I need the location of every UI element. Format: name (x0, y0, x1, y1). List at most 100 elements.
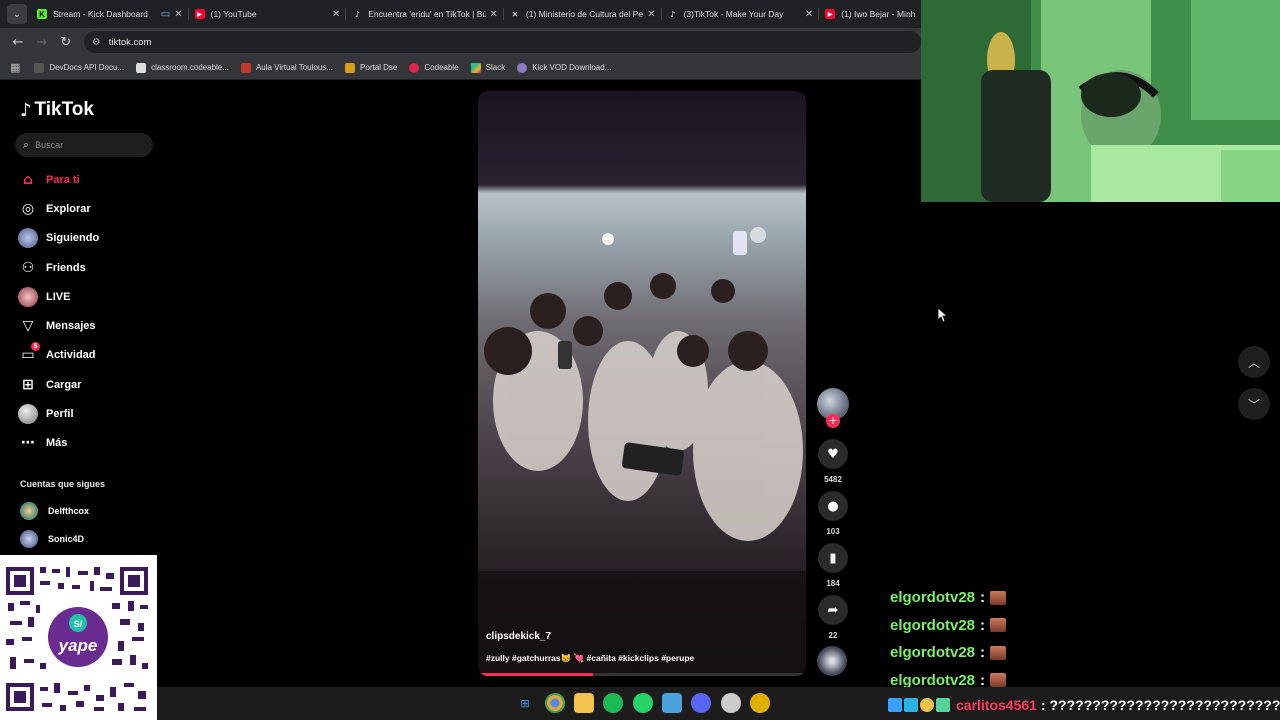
upload-icon: ⊞ (22, 377, 34, 393)
tiktok-logo[interactable]: ♪ TikTok (20, 99, 94, 121)
chrome-icon[interactable] (545, 693, 565, 713)
nav-live[interactable]: LIVE (18, 286, 70, 308)
badge-icon (888, 698, 902, 712)
bookmark-icon (517, 62, 528, 73)
bookmark-icon[interactable]: ▮ (818, 543, 848, 573)
stream-chat-overlay: elgordotv28 : elgordotv28 : elgordotv28 … (890, 584, 1007, 694)
nav-para-ti[interactable]: ⌂ Para ti (18, 169, 80, 191)
video-progress-bar[interactable] (478, 673, 806, 676)
webcam-overlay (921, 0, 1280, 202)
bookmark[interactable]: Slack (470, 62, 505, 73)
forward-icon[interactable]: → (30, 35, 54, 50)
svg-text:S/: S/ (74, 619, 83, 629)
following-section-title: Cuentas que sigues (20, 479, 106, 489)
nav-mensajes[interactable]: ▽ Mensajes (18, 315, 96, 337)
browser-tab-bar: ⌄ K Stream - Kick Dashboard ▭ ✕ ▶ (1) Yo… (0, 0, 921, 28)
nav-siguiendo[interactable]: Siguiendo (18, 227, 99, 249)
mute-icon[interactable]: ▭ (161, 9, 170, 20)
messages-icon: ▽ (22, 318, 34, 334)
comment-icon[interactable]: ● (818, 491, 848, 521)
nav-explorar[interactable]: ◎ Explorar (18, 198, 91, 220)
like-icon[interactable]: ♥ (818, 439, 848, 469)
chat-emote-icon (990, 673, 1007, 688)
save-count: 184 (826, 579, 840, 588)
browser-tab[interactable]: ▶ (1) YouTube ✕ (189, 0, 347, 28)
next-video-button[interactable]: ﹀ (1238, 388, 1270, 420)
discord-icon[interactable] (691, 693, 711, 713)
search-box[interactable]: ⌕ (15, 133, 153, 157)
bookmark[interactable]: Aula Virtual Toulous... (240, 62, 333, 73)
x-icon: ✕ (511, 9, 519, 19)
nav-actividad[interactable]: ▭ 5 Actividad (18, 342, 96, 366)
bookmark[interactable]: DevDocs API Docu... (34, 62, 124, 73)
share-icon[interactable]: ➦ (818, 595, 848, 625)
browser-tab[interactable]: ✕ (1) Ministerio de Cultura del Pe ✕ (504, 0, 662, 28)
nav-mas[interactable]: ⋯ Más (18, 432, 67, 454)
mouse-cursor-icon (938, 308, 948, 322)
comment-count: 103 (826, 527, 840, 536)
obs-icon[interactable] (721, 693, 741, 713)
kick-icon: K (36, 9, 47, 19)
bookmark[interactable]: Kick VOD Download... (517, 62, 611, 73)
bookmark-icon (136, 62, 147, 73)
tiktok-icon: ♪ (354, 9, 360, 19)
reload-icon[interactable]: ↻ (54, 35, 78, 50)
following-avatar-icon (18, 228, 38, 248)
tiktok-sidebar: ♪ TikTok ⌕ ⌂ Para ti ◎ Explorar Siguiend… (0, 81, 170, 555)
close-tab-icon[interactable]: ✕ (174, 9, 182, 20)
windows-start-icon[interactable]: ⊞ (515, 693, 535, 713)
webcam-image (921, 0, 1280, 202)
back-icon[interactable]: ← (6, 35, 30, 50)
close-tab-icon[interactable]: ✕ (332, 9, 340, 20)
avatar (20, 502, 38, 520)
badge-icon (920, 698, 934, 712)
file-explorer-icon[interactable] (574, 693, 594, 713)
svg-text:yape: yape (58, 636, 98, 655)
nav-cargar[interactable]: ⊞ Cargar (18, 374, 81, 396)
nav-friends[interactable]: ⚇ Friends (18, 257, 86, 279)
app-icon[interactable] (750, 693, 770, 713)
browser-tab-active[interactable]: ♪ (3)TikTok - Make Your Day ✕ (662, 0, 820, 28)
following-account[interactable]: Delfthcox (20, 502, 89, 520)
close-tab-icon[interactable]: ✕ (805, 9, 813, 20)
chevron-down-icon: ﹀ (1247, 397, 1260, 412)
video-author[interactable]: clipsdekick_7 (486, 631, 551, 642)
more-icon: ⋯ (21, 435, 35, 451)
browser-tab[interactable]: ♪ Encuentra 'eridu' en TikTok | Bú ✕ (346, 0, 504, 28)
tab-search-icon[interactable]: ⌄ (7, 4, 27, 24)
chevron-up-icon: ︿ (1247, 355, 1260, 370)
avatar (20, 530, 38, 548)
previous-video-button[interactable]: ︿ (1238, 346, 1270, 378)
whatsapp-icon[interactable] (633, 693, 653, 713)
chat-message: elgordotv28 : (890, 612, 1007, 640)
chat-username: elgordotv28 (890, 616, 976, 634)
browser-tab[interactable]: K Stream - Kick Dashboard ▭ ✕ (31, 0, 189, 28)
url-field[interactable]: ⚙ tiktok.com (83, 31, 921, 53)
photos-icon[interactable] (662, 693, 682, 713)
music-disc-icon[interactable] (817, 646, 847, 676)
following-account[interactable]: Sonic4D (20, 530, 84, 548)
bookmark[interactable]: Portal Dse (345, 62, 397, 73)
video-player[interactable]: clipsdekick_7 #zully #gatchurras😸 💘 #cañ… (478, 91, 806, 676)
notification-badge: 5 (31, 342, 40, 351)
search-input[interactable] (35, 140, 136, 150)
browser-tab[interactable]: ▶ (1) Iwo Bejar - Minha E (819, 0, 921, 28)
chat-message: carlitos4561 : ?????????????????????????… (888, 697, 1280, 713)
site-settings-icon[interactable]: ⚙ (92, 37, 101, 48)
compass-icon: ◎ (21, 201, 35, 217)
nav-perfil[interactable]: Perfil (18, 403, 74, 425)
close-tab-icon[interactable]: ✕ (647, 9, 655, 20)
chat-username: elgordotv28 (890, 589, 976, 607)
bookmark-icon (409, 62, 420, 73)
bookmark[interactable]: classroom.codeable... (136, 62, 229, 73)
search-icon: ⌕ (23, 138, 30, 151)
bookmark[interactable]: Codeable (409, 62, 459, 73)
close-tab-icon[interactable]: ✕ (490, 9, 498, 20)
follow-plus-icon[interactable]: + (826, 414, 840, 428)
bookmark-icon (240, 62, 251, 73)
profile-avatar-icon (18, 404, 38, 424)
address-bar: ← → ↻ ⚙ tiktok.com (0, 28, 921, 56)
spotify-icon[interactable] (603, 693, 623, 713)
bookmarks-bar: ▦ DevDocs API Docu... classroom.codeable… (0, 56, 921, 80)
apps-grid-icon[interactable]: ▦ (10, 61, 20, 74)
